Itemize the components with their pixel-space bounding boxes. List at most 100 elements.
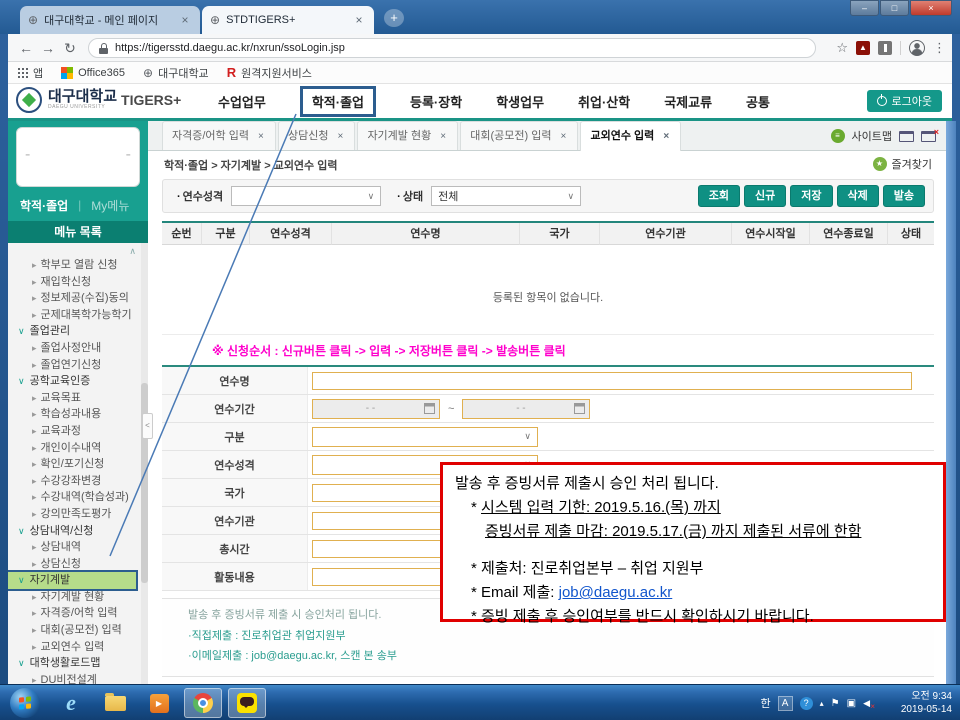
close-icon[interactable]: [661, 122, 671, 151]
profile-avatar-icon[interactable]: [909, 40, 925, 56]
nav-student-affairs[interactable]: 학생업무: [496, 92, 544, 111]
close-icon[interactable]: [438, 122, 448, 151]
sitemap-label[interactable]: 사이트맵: [852, 128, 892, 144]
pdf-extension-icon[interactable]: [856, 41, 870, 55]
sidebar-item-counsel-history[interactable]: 상담내역: [8, 539, 148, 556]
logout-button[interactable]: 로그아웃: [867, 90, 942, 112]
help-icon[interactable]: [800, 697, 813, 710]
bookmark-star-icon[interactable]: [836, 40, 848, 56]
tab-license-language[interactable]: 자격증/어학 입력: [162, 121, 276, 150]
sidebar-item-personal-history[interactable]: 개인이수내역: [8, 440, 148, 457]
show-hidden-icons[interactable]: [820, 699, 824, 708]
taskbar-clock[interactable]: 오전 9:34 2019-05-14: [901, 690, 952, 716]
taskbar-explorer[interactable]: [96, 688, 134, 718]
taskbar-ie[interactable]: [52, 688, 90, 718]
sidebar-item-counsel[interactable]: 상담내역/신청: [8, 523, 148, 540]
reload-icon[interactable]: [60, 38, 80, 58]
sidebar-item-course-record[interactable]: 수강내역(학습성과): [8, 489, 148, 506]
url-input[interactable]: https://tigersstd.daegu.ac.kr/nxrun/ssoL…: [88, 38, 816, 58]
open-window-icon[interactable]: [899, 131, 914, 142]
email-link[interactable]: job@daegu.ac.kr: [559, 584, 673, 601]
end-date-field[interactable]: [462, 399, 590, 419]
tab-contest-entry[interactable]: 대회(공모전) 입력: [460, 121, 578, 150]
browser-tab-stdtigers[interactable]: STDTIGERS+: [202, 6, 374, 34]
send-button[interactable]: 발송: [883, 185, 925, 207]
new-tab-button[interactable]: [384, 9, 404, 27]
nav-classwork[interactable]: 수업업무: [218, 92, 266, 111]
sidebar-item-course-change[interactable]: 수강강좌변경: [8, 473, 148, 490]
nav-registration-scholarship[interactable]: 등록·장학: [410, 92, 462, 111]
sidebar-tab-records[interactable]: 학적·졸업: [20, 197, 68, 214]
action-center-flag-icon[interactable]: [831, 698, 840, 709]
sidebar-scrollbar[interactable]: [141, 243, 148, 684]
sidebar-item-curriculum[interactable]: 교육과정: [8, 423, 148, 440]
close-icon[interactable]: [178, 13, 192, 27]
calendar-icon[interactable]: [574, 403, 585, 414]
delete-button[interactable]: 삭제: [837, 185, 879, 207]
nav-international[interactable]: 국제교류: [664, 92, 712, 111]
language-indicator[interactable]: A: [778, 696, 793, 711]
tab-self-dev-status[interactable]: 자기계발 현황: [357, 121, 458, 150]
favorite-button[interactable]: 즐겨찾기: [873, 156, 932, 172]
page-scrollbar[interactable]: [946, 121, 956, 684]
sidebar-item-du-vision[interactable]: DU비전설계: [8, 672, 148, 684]
nav-records-graduation[interactable]: 학적·졸업: [300, 86, 376, 117]
end-date-input[interactable]: [467, 403, 574, 414]
sidebar-item-military-return[interactable]: 군제대복학가능학기: [8, 307, 148, 324]
start-date-input[interactable]: [317, 403, 424, 414]
chevron-up-icon[interactable]: [129, 246, 136, 257]
network-icon[interactable]: [847, 698, 856, 709]
search-button[interactable]: 조회: [698, 185, 740, 207]
sidebar-item-lecture-satisfaction[interactable]: 강의만족도평가: [8, 506, 148, 523]
training-name-input[interactable]: [312, 372, 912, 390]
sidebar-item-self-development[interactable]: 자기계발: [8, 572, 136, 589]
sidebar-item-counsel-apply[interactable]: 상담신청: [8, 556, 148, 573]
sidebar-item-graduation-review[interactable]: 졸업사정안내: [8, 340, 148, 357]
sidebar-item-confirm-waive[interactable]: 확인/포기신청: [8, 456, 148, 473]
sidebar-item-readmission[interactable]: 재입학신청: [8, 274, 148, 291]
taskbar-kakaotalk[interactable]: [228, 688, 266, 718]
bookmark-apps[interactable]: 앱: [18, 65, 43, 81]
bookmark-office365[interactable]: Office365: [61, 67, 125, 79]
minimize-button[interactable]: –: [850, 0, 879, 16]
close-icon[interactable]: [352, 13, 366, 27]
nav-employment-industry[interactable]: 취업·산학: [578, 92, 630, 111]
sidebar-tab-mymenu[interactable]: My메뉴: [91, 197, 129, 214]
bookmark-remote-support[interactable]: 원격지원서비스: [227, 65, 312, 81]
close-window-button[interactable]: ×: [910, 0, 952, 16]
calendar-icon[interactable]: [424, 403, 435, 414]
training-type-select[interactable]: [231, 186, 381, 206]
taskbar-media-player[interactable]: [140, 688, 178, 718]
university-logo[interactable]: 대구대학교 DAEGU UNIVERSITY TIGERS+: [16, 87, 181, 113]
sidebar-item-parent-view[interactable]: 학부모 열람 신청: [8, 257, 148, 274]
tab-external-training[interactable]: 교외연수 입력: [580, 121, 681, 151]
sidebar-item-contest-entry[interactable]: 대회(공모전) 입력: [8, 622, 148, 639]
category-select[interactable]: [312, 427, 538, 447]
close-all-windows-icon[interactable]: [921, 131, 936, 142]
sidebar-item-learning-outcome[interactable]: 학습성과내용: [8, 406, 148, 423]
new-button[interactable]: 신규: [744, 185, 786, 207]
sidebar-item-info-consent[interactable]: 정보제공(수집)동의: [8, 290, 148, 307]
sidebar-item-external-training[interactable]: 교외연수 입력: [8, 639, 148, 656]
sidebar-item-engineering-cert[interactable]: 공학교육인증: [8, 373, 148, 390]
status-select[interactable]: 전체: [431, 186, 581, 206]
volume-muted-icon[interactable]: [863, 698, 870, 709]
forward-icon[interactable]: [38, 38, 58, 58]
sidebar-item-edu-goal[interactable]: 교육목표: [8, 390, 148, 407]
maximize-button[interactable]: □: [880, 0, 909, 16]
back-icon[interactable]: [16, 38, 36, 58]
sidebar-item-graduation-defer[interactable]: 졸업연기신청: [8, 357, 148, 374]
sidebar-collapse-handle[interactable]: [142, 413, 153, 439]
sidebar-item-graduation-mgmt[interactable]: 졸업관리: [8, 323, 148, 340]
sidebar-item-roadmap[interactable]: 대학생활로드맵: [8, 655, 148, 672]
close-icon[interactable]: [256, 122, 266, 151]
ime-indicator[interactable]: 한: [761, 695, 771, 711]
nav-common[interactable]: 공통: [746, 92, 770, 111]
sidebar-item-self-dev-status[interactable]: 자기계발 현황: [8, 589, 148, 606]
browser-tab-daegu[interactable]: 대구대학교 - 메인 페이지: [20, 6, 200, 34]
extension-icon[interactable]: [878, 41, 892, 55]
close-icon[interactable]: [335, 122, 345, 151]
close-icon[interactable]: [558, 122, 568, 151]
save-button[interactable]: 저장: [790, 185, 832, 207]
bookmark-daegu[interactable]: 대구대학교: [143, 65, 209, 81]
